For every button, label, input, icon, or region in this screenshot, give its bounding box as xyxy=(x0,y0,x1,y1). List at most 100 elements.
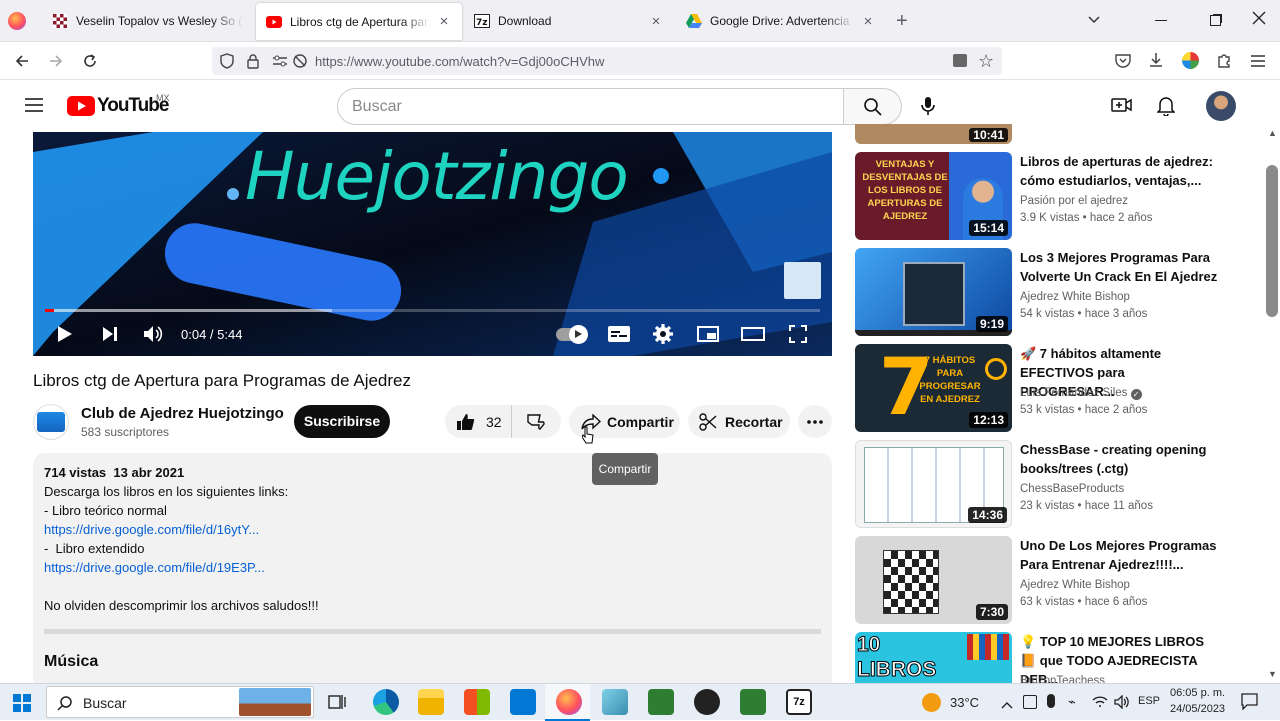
firefox-menu-icon[interactable] xyxy=(8,12,26,30)
video-thumbnail[interactable]: 14:36 xyxy=(855,440,1012,528)
windows-start-icon[interactable] xyxy=(13,694,31,717)
tray-network-icon[interactable] xyxy=(1092,695,1108,713)
back-arrow-icon[interactable] xyxy=(10,49,34,73)
play-button[interactable] xyxy=(53,320,77,348)
search-input[interactable]: Buscar xyxy=(337,88,844,125)
channel-name[interactable]: Club de Ajedrez Huejotzingo xyxy=(81,405,284,422)
hamburger-menu-icon[interactable] xyxy=(1251,54,1265,72)
tab-google-drive[interactable]: Google Drive: Advertencia de a × xyxy=(676,0,886,42)
video-thumbnail[interactable]: 9:19 xyxy=(855,248,1012,336)
close-tab-icon[interactable]: × xyxy=(648,13,664,30)
file-explorer-icon[interactable] xyxy=(418,689,444,715)
chess-engine-icon[interactable] xyxy=(694,689,720,715)
input-language[interactable]: ESP xyxy=(1138,695,1160,707)
drive-link-1[interactable]: https://drive.google.com/file/d/16ytY... xyxy=(44,522,259,537)
fullscreen-button[interactable] xyxy=(786,320,810,348)
clip-button[interactable]: Recortar xyxy=(688,405,790,438)
video-thumbnail[interactable]: 7:30 xyxy=(855,536,1012,624)
tray-volume-icon[interactable] xyxy=(1114,694,1130,714)
drive-link-2[interactable]: https://drive.google.com/file/d/19E3P... xyxy=(44,560,265,575)
weather-sun-icon[interactable] xyxy=(922,693,941,712)
7zip-taskbar-icon[interactable]: 7z xyxy=(786,689,812,715)
page-scrollbar-thumb[interactable] xyxy=(1266,165,1278,317)
clock-time[interactable]: 06:05 p. m. xyxy=(1170,687,1225,699)
tab-download[interactable]: 7z Download × xyxy=(464,0,674,42)
edge-browser-icon[interactable] xyxy=(373,689,399,715)
subtitles-button[interactable] xyxy=(607,320,631,348)
new-tab-button[interactable]: + xyxy=(896,10,908,33)
video-player[interactable]: Huejotzingo 0:04 / 5:44 xyxy=(33,132,832,356)
microsoft-store-icon[interactable] xyxy=(464,689,490,715)
shield-icon[interactable] xyxy=(220,53,234,74)
show-hidden-icons-chevron-icon[interactable] xyxy=(1001,696,1013,714)
page-scrollbar-down-arrow[interactable]: ▼ xyxy=(1268,669,1277,679)
tray-app-icon[interactable] xyxy=(1023,695,1037,709)
reload-icon[interactable] xyxy=(78,49,102,73)
tray-microphone-icon[interactable] xyxy=(1047,694,1055,708)
video-thumbnail[interactable]: VENTAJAS Y DESVENTAJAS DE LOS LIBROS DE … xyxy=(855,152,1012,240)
pocket-icon[interactable] xyxy=(1115,53,1131,73)
tab-list-chevron-icon[interactable] xyxy=(1087,12,1101,26)
settings-button[interactable] xyxy=(651,320,675,348)
autoplay-toggle[interactable] xyxy=(554,320,588,348)
miniplayer-button[interactable] xyxy=(696,320,720,348)
close-window-icon[interactable] xyxy=(1252,11,1266,30)
related-video-channel[interactable]: Ajedrez White Bishop xyxy=(1020,291,1130,303)
tab-chess-game[interactable]: Veselin Topalov vs Wesley So (2( xyxy=(42,0,254,42)
autoplay-blocked-icon[interactable] xyxy=(292,53,308,74)
related-video-channel[interactable]: ChessBaseProducts xyxy=(1020,483,1124,495)
extensions-puzzle-icon[interactable] xyxy=(1216,52,1232,73)
search-button[interactable] xyxy=(843,88,902,125)
page-scrollbar-up-arrow[interactable]: ▲ xyxy=(1268,128,1277,138)
related-video[interactable]: 10 LIBROS 💡 TOP 10 MEJORES LIBROS 📙 que … xyxy=(855,632,1255,683)
sidebar-top-thumb[interactable]: 10:41 xyxy=(855,124,1012,144)
next-button[interactable] xyxy=(98,320,122,348)
description-box[interactable]: 714 vistas 13 abr 2021 Descarga los libr… xyxy=(33,453,832,693)
more-actions-button[interactable] xyxy=(798,405,832,438)
profile-extension-icon[interactable] xyxy=(1182,52,1199,69)
chess-reader-icon[interactable] xyxy=(740,689,766,715)
related-video-channel[interactable]: Ajedrez White Bishop xyxy=(1020,579,1130,591)
related-video-channel[interactable]: Pasión por el ajedrez xyxy=(1020,195,1128,207)
permissions-icon[interactable] xyxy=(272,54,288,73)
related-video-title[interactable]: Libros de aperturas de ajedrez: cómo est… xyxy=(1020,152,1220,190)
downloads-icon[interactable] xyxy=(1148,52,1164,73)
url-text[interactable]: https://www.youtube.com/watch?v=Gdj00oCH… xyxy=(315,54,604,69)
video-thumbnail[interactable]: 10 LIBROS xyxy=(855,632,1012,683)
tab-youtube-active[interactable]: Libros ctg de Apertura para Pro × xyxy=(256,3,462,40)
notifications-bell-icon[interactable] xyxy=(1156,96,1176,121)
related-video-title[interactable]: Uno De Los Mejores Programas Para Entren… xyxy=(1020,536,1220,574)
channel-avatar[interactable] xyxy=(33,404,69,440)
close-tab-icon[interactable]: × xyxy=(436,13,452,30)
progress-track[interactable] xyxy=(45,309,820,312)
tray-usb-icon[interactable]: ⌁ xyxy=(1068,694,1076,710)
create-video-icon[interactable] xyxy=(1111,97,1133,118)
subscribe-button[interactable]: Suscribirse xyxy=(294,405,390,438)
related-video[interactable]: 7:30 Uno De Los Mejores Programas Para E… xyxy=(855,536,1255,624)
lock-icon[interactable] xyxy=(247,53,259,74)
reader-view-icon[interactable] xyxy=(953,54,967,67)
video-thumbnail[interactable]: 7 7 HÁBITOS PARA PROGRESAR EN AJEDREZ 12… xyxy=(855,344,1012,432)
related-video[interactable]: VENTAJAS Y DESVENTAJAS DE LOS LIBROS DE … xyxy=(855,152,1255,240)
bookmark-star-icon[interactable]: ☆ xyxy=(978,51,994,72)
related-video[interactable]: 9:19 Los 3 Mejores Programas Para Volver… xyxy=(855,248,1255,336)
guide-menu-icon[interactable] xyxy=(25,98,43,117)
app-icon[interactable] xyxy=(602,689,628,715)
youtube-logo[interactable]: YouTube xyxy=(67,95,169,117)
theater-mode-button[interactable] xyxy=(740,320,766,348)
restore-icon[interactable] xyxy=(1210,15,1221,26)
user-avatar[interactable] xyxy=(1206,91,1236,121)
related-video-title[interactable]: Los 3 Mejores Programas Para Volverte Un… xyxy=(1020,248,1220,286)
weather-temperature[interactable]: 33°C xyxy=(950,695,979,710)
related-video[interactable]: 7 7 HÁBITOS PARA PROGRESAR EN AJEDREZ 12… xyxy=(855,344,1255,432)
task-view-icon[interactable] xyxy=(328,693,346,716)
channel-watermark-logo[interactable] xyxy=(784,262,821,299)
related-video-title[interactable]: ChessBase - creating opening books/trees… xyxy=(1020,440,1220,478)
related-video-channel[interactable]: BruzonTeachess xyxy=(1020,675,1105,683)
clock-date[interactable]: 24/05/2023 xyxy=(1170,703,1225,715)
forward-arrow-icon[interactable] xyxy=(44,49,68,73)
close-tab-icon[interactable]: × xyxy=(860,13,876,30)
related-video[interactable]: 14:36 ChessBase - creating opening books… xyxy=(855,440,1255,528)
chess-app-icon[interactable] xyxy=(648,689,674,715)
voice-search-microphone-icon[interactable] xyxy=(921,96,935,121)
